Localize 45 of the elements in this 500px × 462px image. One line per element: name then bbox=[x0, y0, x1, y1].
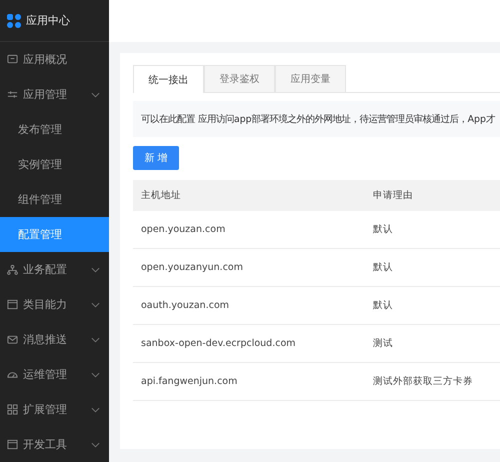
sidebar-item[interactable]: 运维管理 bbox=[0, 357, 109, 392]
chevron-down-icon bbox=[91, 266, 100, 272]
sidebar-subitem[interactable]: 组件管理 bbox=[0, 182, 109, 217]
chevron-down-icon bbox=[91, 442, 100, 448]
sliders-icon bbox=[7, 89, 18, 100]
tab[interactable]: 统一接出 bbox=[133, 65, 204, 93]
table-cell-text: sanbox-open-dev.ecrpcloud.com bbox=[140, 338, 297, 349]
sidebar-subitem[interactable]: 实例管理 bbox=[0, 147, 109, 182]
table-cell-text: open.youzanyun.com bbox=[140, 262, 244, 273]
column-header: 申请理由 bbox=[372, 189, 414, 202]
chevron-down-icon bbox=[91, 336, 100, 342]
table-cell-text: 测试 bbox=[372, 337, 394, 350]
logo-icon bbox=[7, 14, 21, 28]
tab[interactable]: 应用变量 bbox=[275, 65, 346, 92]
sidebar-subitem[interactable]: 配置管理 bbox=[0, 217, 109, 252]
window-icon bbox=[7, 439, 18, 450]
sidebar-item[interactable]: 应用管理 bbox=[0, 77, 109, 112]
window-icon bbox=[7, 299, 18, 310]
sidebar-item[interactable]: 业务配置 bbox=[0, 252, 109, 287]
table-cell-text: api.fangwenjun.com bbox=[140, 376, 238, 387]
tab[interactable]: 登录鉴权 bbox=[204, 65, 275, 92]
sidebar-item[interactable]: 扩展管理 bbox=[0, 392, 109, 427]
grid-icon bbox=[7, 404, 18, 415]
sidebar-item[interactable]: 开发工具 bbox=[0, 427, 109, 462]
sidebar-subitem[interactable]: 发布管理 bbox=[0, 112, 109, 147]
sidebar-item[interactable]: 应用概况 bbox=[0, 42, 109, 77]
chevron-down-icon bbox=[91, 406, 100, 412]
app-title: 应用中心 bbox=[26, 13, 70, 28]
table-cell-text: 默认 bbox=[372, 299, 394, 312]
envelope-icon bbox=[7, 334, 18, 345]
add-button[interactable]: 新 增 bbox=[133, 146, 179, 170]
chevron-down-icon bbox=[91, 92, 100, 98]
monitor-icon bbox=[7, 54, 18, 65]
hierarchy-icon bbox=[7, 264, 18, 275]
chevron-down-icon bbox=[91, 302, 100, 308]
chevron-down-icon bbox=[91, 372, 100, 378]
sidebar-item[interactable]: 类目能力 bbox=[0, 287, 109, 322]
info-text: 可以在此配置 应用访问app部署环境之外的外网地址，待运营管理员审核通过后，App才 bbox=[141, 112, 495, 126]
table-cell-text: 默认 bbox=[372, 223, 394, 236]
sidebar-item[interactable]: 消息推送 bbox=[0, 322, 109, 357]
table-cell-text: oauth.youzan.com bbox=[140, 300, 230, 311]
table-cell-text: 默认 bbox=[372, 261, 394, 274]
table-cell-text: open.youzan.com bbox=[140, 224, 226, 235]
table-cell-text: 测试外部获取三方卡券 bbox=[372, 375, 474, 388]
column-header: 主机地址 bbox=[140, 189, 182, 202]
